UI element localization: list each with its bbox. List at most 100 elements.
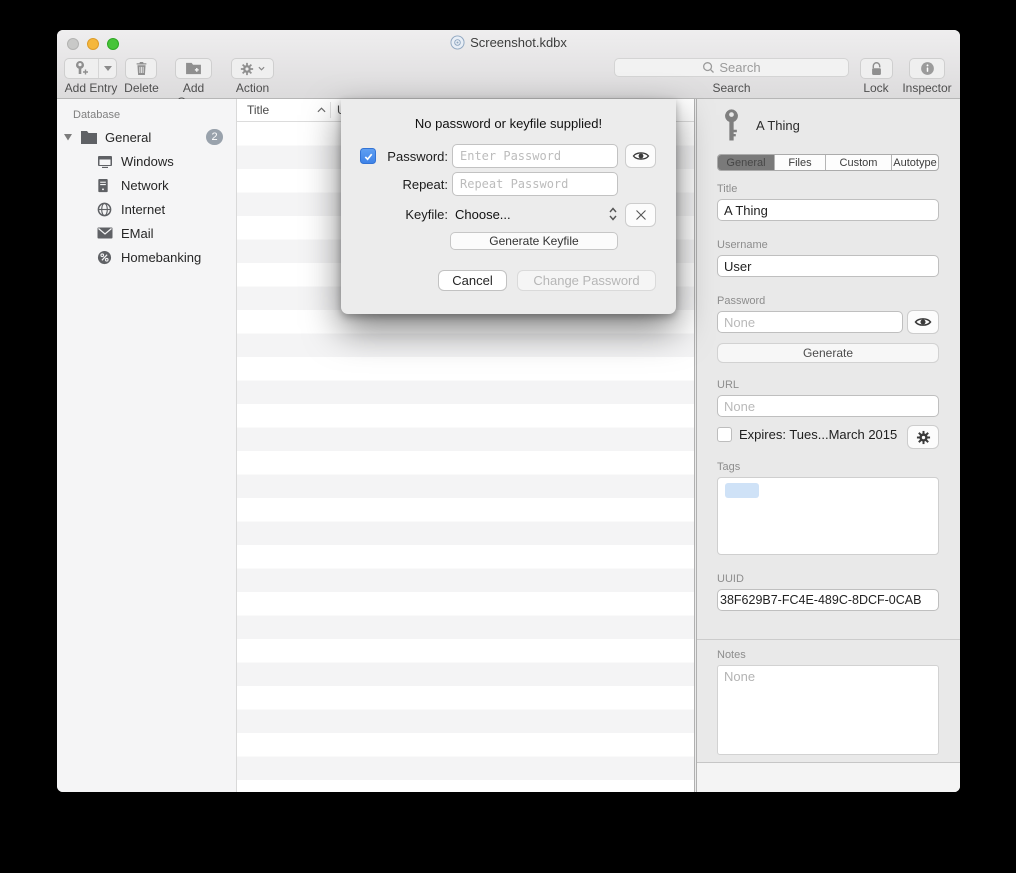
lock-button[interactable] [860,58,893,79]
username-field[interactable] [717,255,939,277]
document-proxy-icon[interactable] [450,35,465,50]
sidebar-item-email[interactable]: EMail [57,221,236,245]
inspector-panel: A Thing General Files Custom Autotype Ti… [696,99,960,792]
uuid-field-label: UUID [717,573,744,585]
title-field-label: Title [717,183,737,195]
globe-icon [97,202,114,217]
dialog-repeat-label: Repeat: [379,177,448,192]
eye-icon [632,150,650,162]
sidebar-item-label: EMail [121,226,154,241]
add-entry-dropdown[interactable] [98,59,116,78]
action-button[interactable] [231,58,274,79]
generate-password-button[interactable]: Generate [717,343,939,363]
padlock-open-icon [869,61,884,77]
column-header-title[interactable]: Title [247,103,269,117]
expires-checkbox[interactable] [717,427,732,442]
clear-keyfile-button[interactable] [625,203,656,227]
expires-settings-button[interactable] [907,425,939,449]
dialog-repeat-input[interactable] [452,172,618,196]
inspector-divider [697,639,960,640]
checkmark-icon [363,151,374,162]
cancel-button[interactable]: Cancel [438,270,507,291]
group-count-badge: 2 [206,129,223,145]
disclosure-triangle-icon[interactable] [64,134,72,141]
window-icon [97,155,114,168]
sheet-message: No password or keyfile supplied! [341,116,676,131]
entry-title: A Thing [756,118,800,133]
percent-icon [97,250,114,265]
change-password-button[interactable]: Change Password [517,270,656,291]
window-title-text: Screenshot.kdbx [470,35,567,50]
sidebar-item-label: Windows [121,154,174,169]
envelope-icon [97,227,114,239]
tags-field-label: Tags [717,461,740,473]
delete-button[interactable] [125,58,157,79]
stepper-chevrons-icon[interactable] [609,207,617,221]
trash-icon [135,61,148,76]
keyfile-popup[interactable]: Choose... [455,207,511,222]
inspector-button[interactable] [909,58,945,79]
sidebar: Database General 2 Windows [57,99,237,792]
change-password-sheet: No password or keyfile supplied! Passwor… [341,99,676,314]
window-title: Screenshot.kdbx [57,35,960,53]
add-entry-button[interactable] [64,58,117,79]
sidebar-item-label: Homebanking [121,250,201,265]
tab-files[interactable]: Files [775,155,826,170]
folder-icon [81,131,98,144]
inspector-tabs: General Files Custom Autotype [717,154,939,171]
url-field[interactable] [717,395,939,417]
sort-ascending-icon [317,107,326,113]
dialog-reveal-password-button[interactable] [625,144,656,168]
url-field-label: URL [717,379,739,391]
dialog-keyfile-label: Keyfile: [379,207,448,222]
add-entry-label: Add Entry [59,81,123,95]
delete-label: Delete [123,81,160,95]
inspector-label: Inspector [895,81,959,95]
gear-icon [240,62,254,76]
uuid-field[interactable] [717,589,939,611]
app-window: Screenshot.kdbx [57,30,960,792]
inspector-footer [697,763,960,792]
password-checkbox[interactable] [360,148,376,164]
action-label: Action [225,81,280,95]
sidebar-header: Database [57,99,236,125]
search-icon [702,61,715,74]
sidebar-item-general[interactable]: General 2 [57,125,236,149]
search-label: Search [614,81,849,95]
sidebar-item-label: Network [121,178,169,193]
eye-icon [914,316,932,328]
gear-icon [916,430,931,445]
title-field[interactable] [717,199,939,221]
password-field[interactable] [717,311,903,333]
password-field-label: Password [717,295,765,307]
tab-custom[interactable]: Custom [826,155,892,170]
add-group-button[interactable] [175,58,212,79]
dialog-password-input[interactable] [452,144,618,168]
expires-label: Expires: Tues...March 2015 [739,427,897,442]
sidebar-item-windows[interactable]: Windows [57,149,236,173]
reveal-password-button[interactable] [907,310,939,334]
sidebar-item-homebanking[interactable]: Homebanking [57,245,236,269]
key-icon [724,109,739,142]
info-icon [920,61,935,76]
notes-field[interactable] [717,665,939,755]
chevron-down-icon [258,66,265,71]
sidebar-item-label: Internet [121,202,165,217]
username-field-label: Username [717,239,768,251]
close-x-icon [635,209,647,221]
tab-general[interactable]: General [718,155,775,170]
column-divider[interactable] [330,102,331,118]
dialog-password-label: Password: [379,149,448,164]
folder-plus-icon [185,62,202,75]
expires-row: Expires: Tues...March 2015 [717,427,897,442]
notes-field-label: Notes [717,649,746,661]
search-placeholder: Search [719,60,760,75]
tags-box[interactable] [717,477,939,555]
sidebar-item-internet[interactable]: Internet [57,197,236,221]
sidebar-item-network[interactable]: Network [57,173,236,197]
generate-keyfile-button[interactable]: Generate Keyfile [450,232,618,250]
tag-chip[interactable] [725,483,759,498]
tab-autotype[interactable]: Autotype [892,155,938,170]
search-input[interactable]: Search [614,58,849,77]
key-plus-icon [65,59,98,78]
